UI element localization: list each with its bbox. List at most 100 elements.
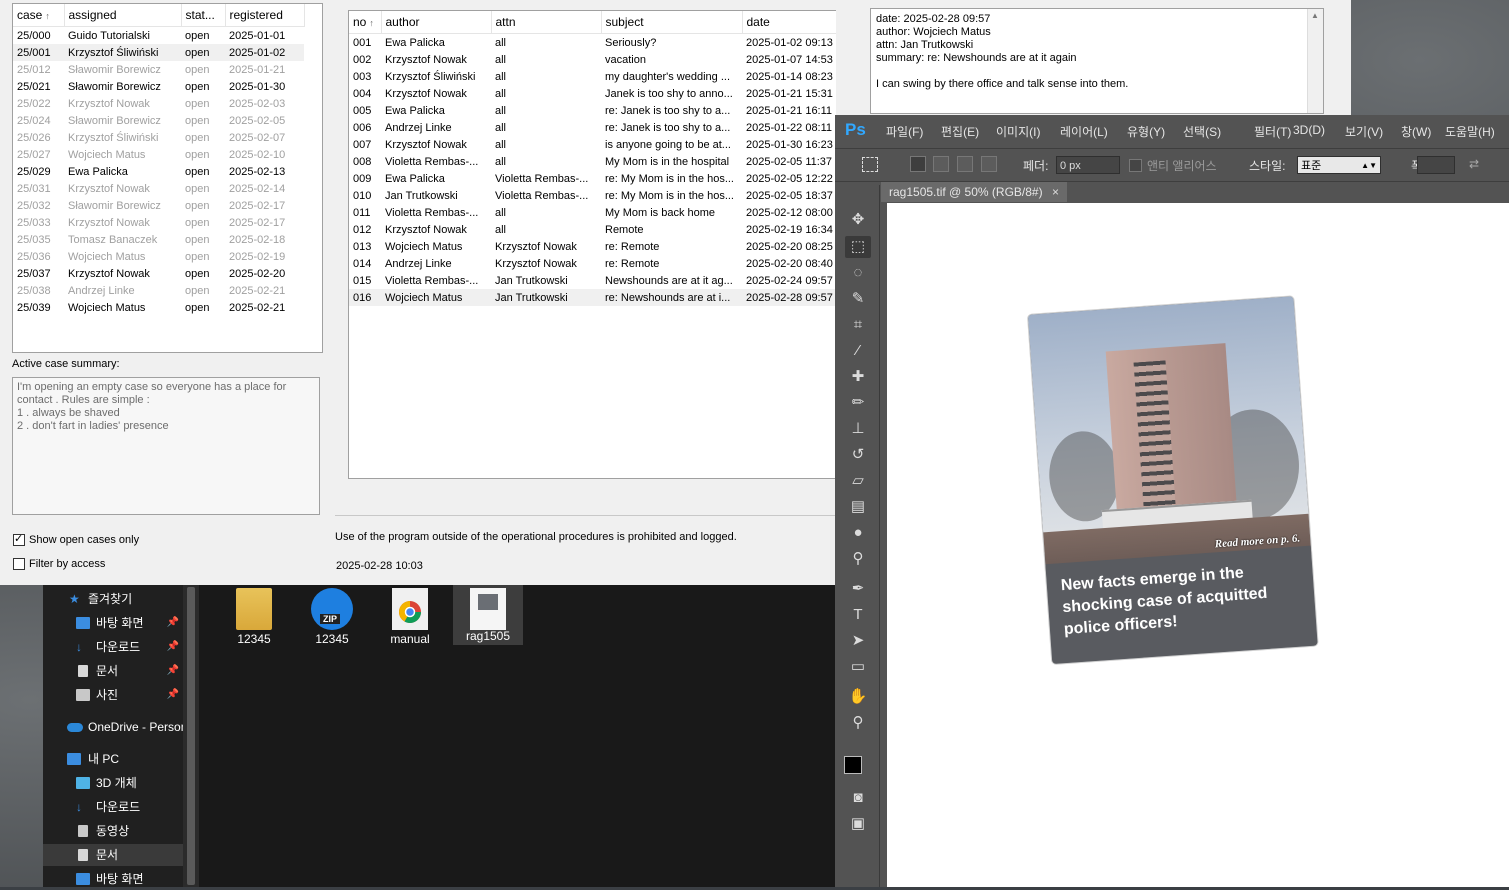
table-row[interactable]: 25/024 Sławomir Borewicz open 2025-02-05 <box>13 112 304 129</box>
column-header-assigned[interactable]: assigned <box>64 4 182 27</box>
table-row[interactable]: 012 Krzysztof Nowak all Remote 2025-02-19 16… <box>349 221 861 238</box>
menu-help[interactable]: 도움말(H) <box>1445 123 1495 140</box>
antialias-checkbox[interactable] <box>1129 159 1142 172</box>
table-row[interactable]: 25/038 Andrzej Linke open 2025-02-21 <box>13 282 304 299</box>
close-tab-icon[interactable]: × <box>1052 182 1059 202</box>
screen-mode-icon[interactable]: ▣ <box>845 813 871 835</box>
nav-item-favorites[interactable]: ★ 즐겨찾기 <box>43 588 183 610</box>
table-row[interactable]: 006 Andrzej Linke all re: Janek is too shy … <box>349 119 861 136</box>
table-row[interactable]: 004 Krzysztof Nowak all Janek is too shy to… <box>349 85 861 102</box>
menu-file[interactable]: 파일(F) <box>886 123 923 140</box>
table-row[interactable]: 25/027 Wojciech Matus open 2025-02-10 <box>13 146 304 163</box>
foreground-color-swatch[interactable] <box>844 756 862 774</box>
column-header-attn[interactable]: attn <box>491 11 602 34</box>
lasso-tool-icon[interactable]: ◌ <box>845 262 871 284</box>
table-row[interactable]: 013 Wojciech Matus Krzysztof Nowak re: Remo… <box>349 238 861 255</box>
quick-mask-icon[interactable]: ◙ <box>845 787 871 809</box>
healing-brush-tool-icon[interactable]: ✚ <box>845 366 871 388</box>
nav-item-this-pc[interactable]: 내 PC <box>43 748 183 770</box>
table-row[interactable]: 25/012 Sławomir Borewicz open 2025-01-21 <box>13 61 304 78</box>
table-row[interactable]: 25/000 Guido Tutorialski open 2025-01-01 <box>13 27 304 45</box>
file-item-folder-12345[interactable]: 12345 <box>219 588 289 648</box>
nav-item-desktop[interactable]: 바탕 화면 📌 <box>43 612 183 634</box>
subtract-selection-icon[interactable] <box>957 156 973 172</box>
table-row[interactable]: 003 Krzysztof Śliwiński all my daughter's w… <box>349 68 861 85</box>
nav-item-downloads[interactable]: ↓ 다운로드 📌 <box>43 636 183 658</box>
column-header-subject[interactable]: subject <box>601 11 743 34</box>
nav-item-pictures[interactable]: 사진 📌 <box>43 684 183 706</box>
feather-input[interactable]: 0 px <box>1056 156 1120 174</box>
marquee-tool-icon[interactable]: ⬚ <box>845 236 871 258</box>
table-row[interactable]: 25/037 Krzysztof Nowak open 2025-02-20 <box>13 265 304 282</box>
table-row[interactable]: 25/035 Tomasz Banaczek open 2025-02-18 <box>13 231 304 248</box>
type-tool-icon[interactable]: T <box>845 604 871 626</box>
eraser-tool-icon[interactable]: ▱ <box>845 470 871 492</box>
nav-item-documents[interactable]: 문서 📌 <box>43 660 183 682</box>
brush-tool-icon[interactable]: ✏ <box>845 392 871 414</box>
nav-item-onedrive[interactable]: OneDrive - Person <box>43 716 183 738</box>
table-row[interactable]: 010 Jan Trutkowski Violetta Rembas-... re: … <box>349 187 861 204</box>
eyedropper-tool-icon[interactable]: ⁄ <box>845 340 871 362</box>
path-select-tool-icon[interactable]: ➤ <box>845 630 871 652</box>
dodge-tool-icon[interactable]: ⚲ <box>845 548 871 570</box>
rectangle-tool-icon[interactable]: ▭ <box>845 656 871 678</box>
table-row[interactable]: 25/001 Krzysztof Śliwiński open 2025-01-02 <box>13 44 304 61</box>
filter-access-checkbox[interactable] <box>13 558 25 570</box>
message-detail-box[interactable]: date: 2025-02-28 09:57 author: Wojciech … <box>870 8 1324 114</box>
menu-layer[interactable]: 레이어(L) <box>1060 123 1108 140</box>
menu-edit[interactable]: 편집(E) <box>941 123 979 140</box>
document-tab[interactable]: rag1505.tif @ 50% (RGB/8#) × <box>881 182 1067 202</box>
gradient-tool-icon[interactable]: ▤ <box>845 496 871 518</box>
table-row[interactable]: 25/029 Ewa Palicka open 2025-02-13 <box>13 163 304 180</box>
stamp-tool-icon[interactable]: ⊥ <box>845 418 871 440</box>
table-row[interactable]: 25/033 Krzysztof Nowak open 2025-02-17 <box>13 214 304 231</box>
menu-select[interactable]: 선택(S) <box>1183 123 1221 140</box>
table-row[interactable]: 007 Krzysztof Nowak all is anyone going to … <box>349 136 861 153</box>
add-selection-icon[interactable] <box>933 156 949 172</box>
marquee-preset-icon[interactable] <box>862 157 878 172</box>
nav-item-documents-pc[interactable]: 문서 <box>43 844 183 866</box>
nav-item-3d-objects[interactable]: 3D 개체 <box>43 772 183 794</box>
detail-scrollbar[interactable]: ▲ <box>1307 9 1323 113</box>
filter-access-label[interactable]: Filter by access <box>29 558 105 570</box>
show-open-checkbox[interactable] <box>13 532 25 546</box>
table-row[interactable]: 016 Wojciech Matus Jan Trutkowski re: Newsh… <box>349 289 861 306</box>
crop-tool-icon[interactable]: ⌗ <box>845 314 871 336</box>
width-input[interactable] <box>1417 156 1455 174</box>
table-row[interactable]: 009 Ewa Palicka Violetta Rembas-... re: My … <box>349 170 861 187</box>
table-row[interactable]: 002 Krzysztof Nowak all vacation 2025-01-07 … <box>349 51 861 68</box>
menu-view[interactable]: 보기(V) <box>1345 123 1383 140</box>
explorer-nav-scrollbar[interactable] <box>183 585 199 887</box>
zoom-tool-icon[interactable]: ⚲ <box>845 712 871 734</box>
file-item-manual[interactable]: manual <box>375 588 445 648</box>
column-header-author[interactable]: author <box>381 11 492 34</box>
summary-textarea[interactable]: I'm opening an empty case so everyone ha… <box>12 377 320 515</box>
new-selection-icon[interactable] <box>910 156 926 172</box>
table-row[interactable]: 015 Violetta Rembas-... Jan Trutkowski News… <box>349 272 861 289</box>
menu-filter[interactable]: 필터(T) <box>1254 123 1291 140</box>
swap-icon[interactable]: ⇄ <box>1469 157 1479 171</box>
table-row[interactable]: 001 Ewa Palicka all Seriously? 2025-01-02 09… <box>349 34 861 52</box>
column-header-status[interactable]: stat... <box>181 4 226 27</box>
table-row[interactable]: 25/036 Wojciech Matus open 2025-02-19 <box>13 248 304 265</box>
history-brush-tool-icon[interactable]: ↺ <box>845 444 871 466</box>
menu-window[interactable]: 창(W) <box>1401 123 1431 140</box>
nav-item-videos[interactable]: 동영상 <box>43 820 183 842</box>
table-row[interactable]: 25/039 Wojciech Matus open 2025-02-21 <box>13 299 304 316</box>
hand-tool-icon[interactable]: ✋ <box>845 686 871 708</box>
move-tool-icon[interactable]: ✥ <box>845 209 871 231</box>
quick-select-tool-icon[interactable]: ✎ <box>845 288 871 310</box>
table-row[interactable]: 25/031 Krzysztof Nowak open 2025-02-14 <box>13 180 304 197</box>
table-row[interactable]: 25/026 Krzysztof Śliwiński open 2025-02-07 <box>13 129 304 146</box>
table-row[interactable]: 25/032 Sławomir Borewicz open 2025-02-17 <box>13 197 304 214</box>
menu-type[interactable]: 유형(Y) <box>1127 123 1165 140</box>
column-header-registered[interactable]: registered <box>225 4 305 27</box>
table-row[interactable]: 011 Violetta Rembas-... all My Mom is back … <box>349 204 861 221</box>
menu-image[interactable]: 이미지(I) <box>996 123 1040 140</box>
style-select[interactable]: 표준 ▲▼ <box>1297 156 1381 174</box>
blur-tool-icon[interactable]: ● <box>845 522 871 544</box>
table-row[interactable]: 014 Andrzej Linke Krzysztof Nowak re: Remot… <box>349 255 861 272</box>
menu-3d[interactable]: 3D(D) <box>1293 123 1325 137</box>
table-row[interactable]: 25/022 Krzysztof Nowak open 2025-02-03 <box>13 95 304 112</box>
nav-item-downloads-pc[interactable]: ↓ 다운로드 <box>43 796 183 818</box>
